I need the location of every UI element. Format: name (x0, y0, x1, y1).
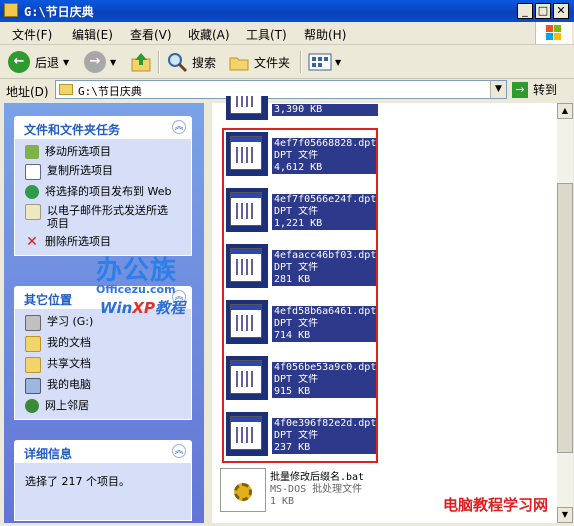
vertical-scrollbar[interactable]: ▲ ▼ (557, 103, 573, 523)
panel-header[interactable]: 文件和文件夹任务 ︽ (14, 116, 192, 139)
highlight-box (222, 128, 378, 463)
scroll-thumb[interactable] (557, 183, 573, 453)
menu-help[interactable]: 帮助(H) (304, 26, 346, 43)
copy-icon (25, 164, 41, 180)
forward-arrow-icon: → (84, 51, 106, 73)
globe-icon (25, 185, 39, 199)
task-label: 复制所选项目 (47, 164, 113, 177)
network-icon (25, 399, 39, 413)
forward-button[interactable]: → ▼ (84, 50, 116, 74)
panel-title: 其它位置 (24, 293, 73, 307)
task-email[interactable]: 以电子邮件形式发送所选项目 (25, 204, 185, 230)
task-label: 删除所选项目 (45, 235, 111, 248)
address-value: G:\节日庆典 (78, 85, 142, 98)
collapse-icon[interactable]: ︽ (172, 444, 186, 458)
folder-icon (229, 57, 249, 71)
computer-icon (25, 378, 41, 394)
watermark-corner: 电脑教程学习网 (443, 496, 549, 514)
watermark-site: Officezu.com (96, 283, 176, 296)
folder-icon (25, 336, 41, 352)
search-icon (168, 53, 188, 73)
address-label: 地址(D) (6, 85, 49, 99)
chevron-down-icon: ▼ (335, 57, 342, 67)
details-panel: 详细信息 ︽ 选择了 217 个项目。 (14, 440, 192, 521)
search-label: 搜索 (192, 55, 217, 70)
menu-bar: 文件(F) 编辑(E) 查看(V) 收藏(A) 工具(T) 帮助(H) (0, 22, 574, 45)
panel-title: 详细信息 (24, 447, 73, 461)
dpt-file-icon (226, 96, 268, 120)
chevron-down-icon: ▼ (110, 57, 117, 67)
task-copy[interactable]: 复制所选项目 (25, 164, 185, 180)
scroll-up-button[interactable]: ▲ (557, 103, 573, 119)
file-item[interactable]: 3,390 KB (226, 96, 526, 120)
folders-button[interactable]: 文件夹 (228, 50, 290, 74)
file-tasks-panel: 文件和文件夹任务 ︽ 移动所选项目 复制所选项目 将选择的项目发布到 Web 以… (14, 116, 192, 256)
file-label: 3,390 KB (272, 104, 378, 116)
file-name: 批量修改后缀名.bat (270, 472, 365, 484)
folder-icon (59, 84, 73, 95)
task-label: 以电子邮件形式发送所选项目 (47, 204, 168, 230)
panel-header[interactable]: 详细信息 ︽ (14, 440, 192, 463)
folder-up-icon (131, 53, 151, 72)
file-type: MS-DOS 批处理文件 (270, 484, 363, 495)
back-arrow-icon: ← (8, 51, 30, 73)
task-move[interactable]: 移动所选项目 (25, 145, 185, 159)
toolbar: ← 后退 ▼ → ▼ 搜索 文件夹 ▼ (0, 45, 574, 79)
watermark-brand: 办公族 (96, 256, 178, 286)
task-delete[interactable]: ✕ 删除所选项目 (25, 235, 185, 249)
menu-tools[interactable]: 工具(T) (246, 26, 287, 43)
menu-file[interactable]: 文件(F) (12, 26, 52, 43)
task-publish[interactable]: 将选择的项目发布到 Web (25, 185, 185, 199)
minimize-button[interactable]: _ (517, 3, 533, 19)
place-label: 网上邻居 (45, 399, 89, 412)
collapse-icon[interactable]: ︽ (172, 120, 186, 134)
go-label: 转到 (533, 83, 558, 97)
folder-icon (4, 3, 18, 17)
place-shared-documents[interactable]: 共享文档 (25, 357, 185, 373)
chevron-down-icon: ▼ (63, 57, 70, 67)
place-label: 共享文档 (47, 357, 91, 370)
views-button[interactable]: ▼ (308, 50, 341, 74)
folders-label: 文件夹 (254, 55, 291, 70)
menu-edit[interactable]: 编辑(E) (72, 26, 113, 43)
watermark-winxp: WinXP教程 (100, 297, 185, 318)
move-icon (25, 145, 39, 159)
place-my-documents[interactable]: 我的文档 (25, 336, 185, 352)
file-size: 1 KB (270, 496, 295, 507)
place-network[interactable]: 网上邻居 (25, 399, 185, 413)
batch-file-icon (220, 468, 266, 512)
drive-icon (25, 315, 41, 331)
title-bar: G:\节日庆典 _ □ ✕ (0, 0, 574, 22)
file-label: 批量修改后缀名.bat MS-DOS 批处理文件 1 KB (270, 472, 365, 508)
back-button[interactable]: ← 后退 ▼ (8, 50, 69, 74)
back-label: 后退 (35, 55, 60, 70)
menu-view[interactable]: 查看(V) (130, 26, 172, 43)
delete-icon: ✕ (26, 234, 38, 250)
scroll-down-button[interactable]: ▼ (557, 507, 573, 523)
watermark-xp: XP (132, 299, 155, 317)
menu-favorites[interactable]: 收藏(A) (188, 26, 230, 43)
file-size: 3,390 KB (274, 104, 323, 115)
place-label: 我的电脑 (47, 378, 91, 391)
place-label: 学习 (G:) (47, 315, 94, 328)
maximize-button[interactable]: □ (535, 3, 551, 19)
up-button[interactable] (130, 50, 152, 74)
place-my-computer[interactable]: 我的电脑 (25, 378, 185, 394)
panel-title: 文件和文件夹任务 (24, 123, 121, 137)
details-text: 选择了 217 个项目。 (25, 475, 130, 488)
windows-logo-icon (535, 22, 572, 44)
watermark-win: Win (100, 299, 133, 317)
task-label: 将选择的项目发布到 Web (45, 185, 172, 198)
search-button[interactable]: 搜索 (166, 50, 216, 74)
view-icon (308, 53, 332, 71)
close-button[interactable]: ✕ (553, 3, 569, 19)
window-title: G:\节日庆典 (24, 5, 94, 19)
folder-icon (25, 357, 41, 373)
watermark-course: 教程 (154, 299, 185, 317)
task-label: 移动所选项目 (45, 145, 111, 158)
envelope-icon (25, 204, 41, 220)
gear-icon (234, 483, 252, 501)
place-label: 我的文档 (47, 336, 91, 349)
